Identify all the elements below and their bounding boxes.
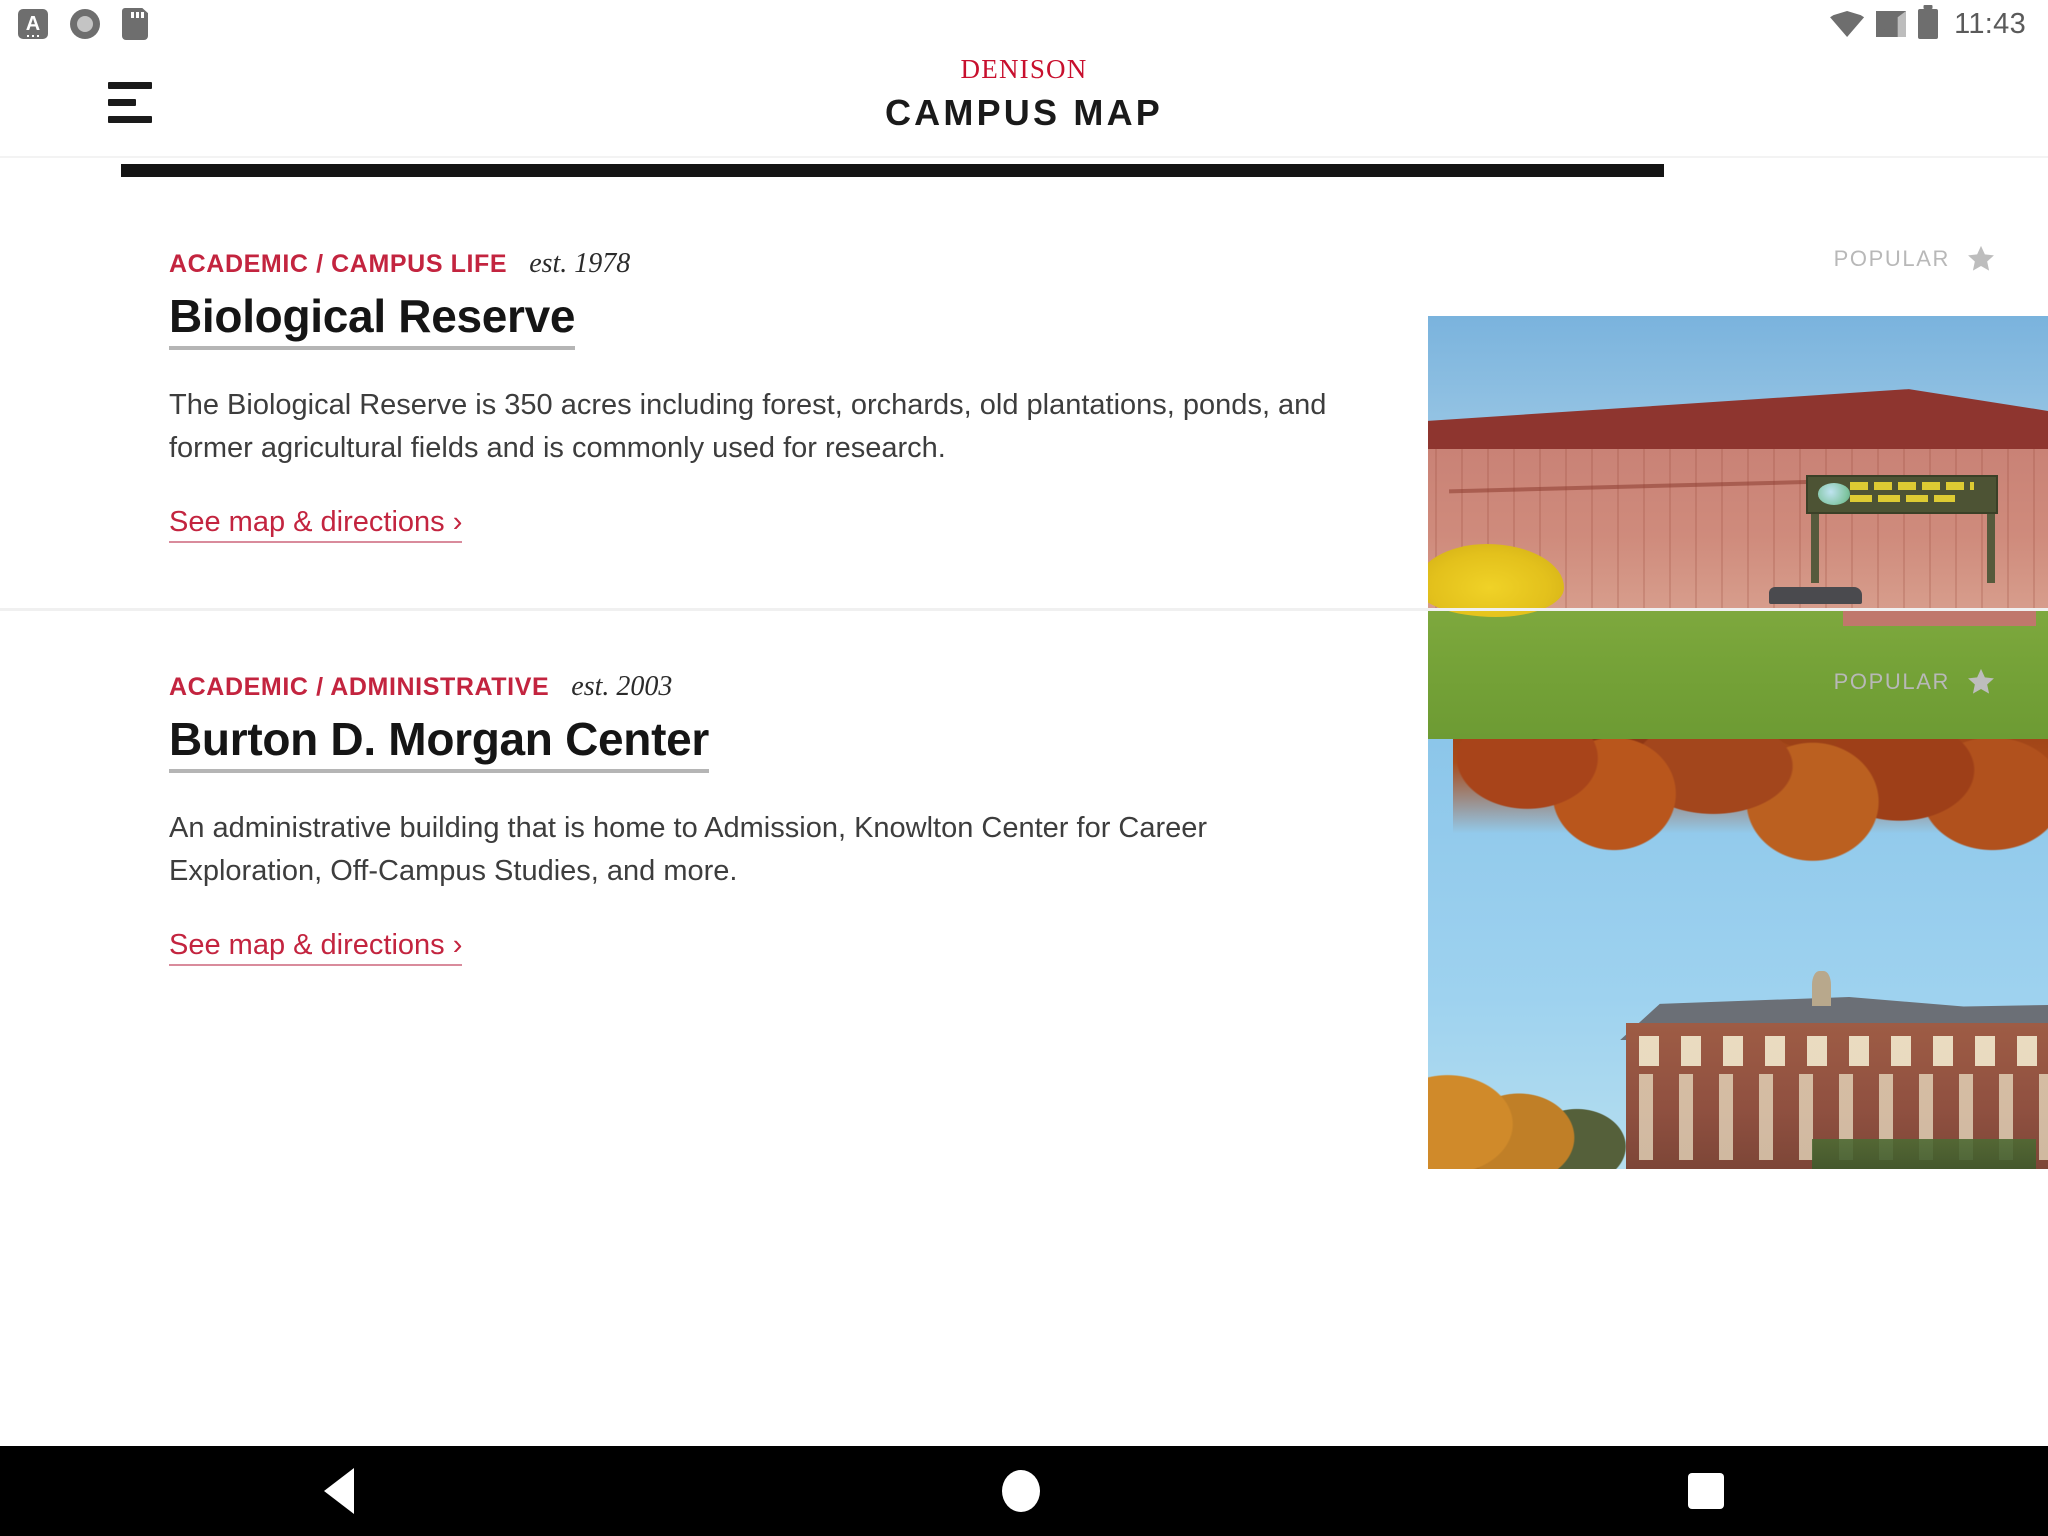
battery-icon (1918, 9, 1939, 39)
star-icon (1968, 668, 1994, 694)
established-label: est. 1978 (529, 248, 631, 279)
wifi-icon (1830, 11, 1865, 37)
category-label: ACADEMIC / CAMPUS LIFE (169, 250, 508, 278)
android-nav-bar (0, 1446, 2048, 1536)
back-icon[interactable] (324, 1468, 354, 1514)
record-circle-icon (70, 9, 100, 39)
app-header: DENISON CAMPUS MAP (0, 48, 2048, 158)
status-bar: A 11:43 (0, 0, 2048, 48)
brand-block: DENISON CAMPUS MAP (0, 56, 2048, 131)
accent-bar-container (0, 160, 2048, 188)
denison-wordmark: DENISON (960, 54, 1088, 84)
recents-icon[interactable] (1688, 1473, 1724, 1509)
campus-building-autumn-photo (1428, 739, 2048, 1169)
list-item[interactable]: POPULAR ACADEMIC / CAMPUS LIFE est. 1978… (0, 188, 2048, 746)
notification-a-icon: A (18, 9, 48, 39)
status-bar-clock: 11:43 (1954, 7, 2026, 40)
card-description: The Biological Reserve is 350 acres incl… (169, 388, 1327, 464)
category-label: ACADEMIC / ADMINISTRATIVE (169, 673, 550, 701)
card-title[interactable]: Burton D. Morgan Center (169, 713, 709, 773)
popular-label: POPULAR (1833, 245, 1950, 271)
status-bar-right-icons: 11:43 (1830, 8, 2026, 41)
star-icon (1968, 245, 1994, 271)
sd-card-icon (122, 8, 148, 40)
see-map-directions-link[interactable]: See map & directions › (169, 506, 463, 543)
card-title[interactable]: Biological Reserve (169, 290, 576, 350)
see-map-directions-link[interactable]: See map & directions › (169, 929, 463, 966)
breadcrumb: ACADEMIC / CAMPUS LIFE est. 1978 (169, 248, 1389, 280)
status-badge: POPULAR (1834, 667, 1996, 696)
card-text-block: ACADEMIC / ADMINISTRATIVE est. 2003 Burt… (169, 671, 1389, 966)
established-label: est. 2003 (571, 671, 673, 702)
status-bar-left-icons: A (18, 8, 148, 40)
list-item[interactable]: POPULAR ACADEMIC / ADMINISTRATIVE est. 2… (0, 608, 2048, 1169)
card-description: An administrative building that is home … (169, 811, 1208, 887)
accent-bar (121, 164, 1664, 177)
page-title: CAMPUS MAP (884, 92, 1163, 133)
status-badge: POPULAR (1834, 244, 1996, 273)
breadcrumb: ACADEMIC / ADMINISTRATIVE est. 2003 (169, 671, 1389, 703)
results-list[interactable]: POPULAR ACADEMIC / CAMPUS LIFE est. 1978… (0, 188, 2048, 1446)
popular-label: POPULAR (1833, 668, 1950, 694)
card-text-block: ACADEMIC / CAMPUS LIFE est. 1978 Biologi… (169, 248, 1389, 543)
cell-signal-icon (1876, 11, 1907, 37)
home-icon[interactable] (1002, 1470, 1040, 1512)
